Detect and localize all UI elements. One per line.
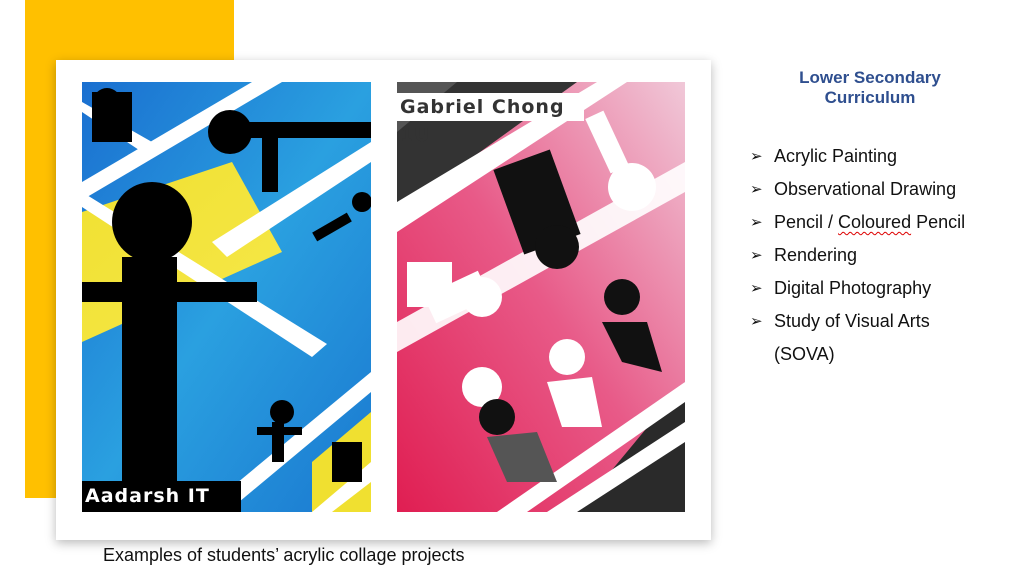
arrow-bullet-icon: ➢	[750, 214, 763, 231]
list-item-text: Digital Photography	[774, 278, 932, 298]
list-item: ➢ Observational Drawing	[750, 173, 1010, 206]
heading-line-2: Curriculum	[824, 88, 916, 107]
artwork-caption: Examples of students’ acrylic collage pr…	[103, 545, 465, 565]
curriculum-heading: Lower Secondary Curriculum	[770, 68, 970, 108]
list-item: ➢ Acrylic Painting	[750, 140, 1010, 173]
list-item-text: Observational Drawing	[774, 179, 957, 199]
artist-label-gabriel: Gabriel Chong 1U	[397, 93, 584, 146]
artist-label-aadarsh: Aadarsh IT	[82, 481, 241, 512]
list-item: ➢ Digital Photography	[750, 272, 1010, 305]
list-item: ➢ Study of Visual Arts (SOVA)	[750, 305, 1010, 371]
heading-line-1: Lower Secondary	[799, 68, 941, 87]
artwork-gabriel	[397, 82, 685, 512]
curriculum-list: ➢ Acrylic Painting ➢ Observational Drawi…	[750, 140, 1010, 371]
list-item: ➢ Pencil / Coloured Pencil	[750, 206, 1010, 239]
list-item-text: Rendering	[774, 245, 858, 265]
list-item: ➢ Rendering	[750, 239, 1010, 272]
arrow-bullet-icon: ➢	[750, 313, 763, 330]
arrow-bullet-icon: ➢	[750, 247, 763, 264]
arrow-bullet-icon: ➢	[750, 181, 763, 198]
list-item-text: Study of Visual Arts	[774, 311, 930, 331]
spellcheck-marked-word: Coloured	[838, 212, 912, 232]
list-item-text-post: Pencil	[911, 212, 966, 232]
list-item-text: Acrylic Painting	[774, 146, 898, 166]
list-item-text-continued: (SOVA)	[774, 344, 835, 364]
arrow-bullet-icon: ➢	[750, 280, 763, 297]
arrow-bullet-icon: ➢	[750, 148, 763, 165]
list-item-text-pre: Pencil /	[774, 212, 839, 232]
artwork-aadarsh	[82, 82, 371, 512]
